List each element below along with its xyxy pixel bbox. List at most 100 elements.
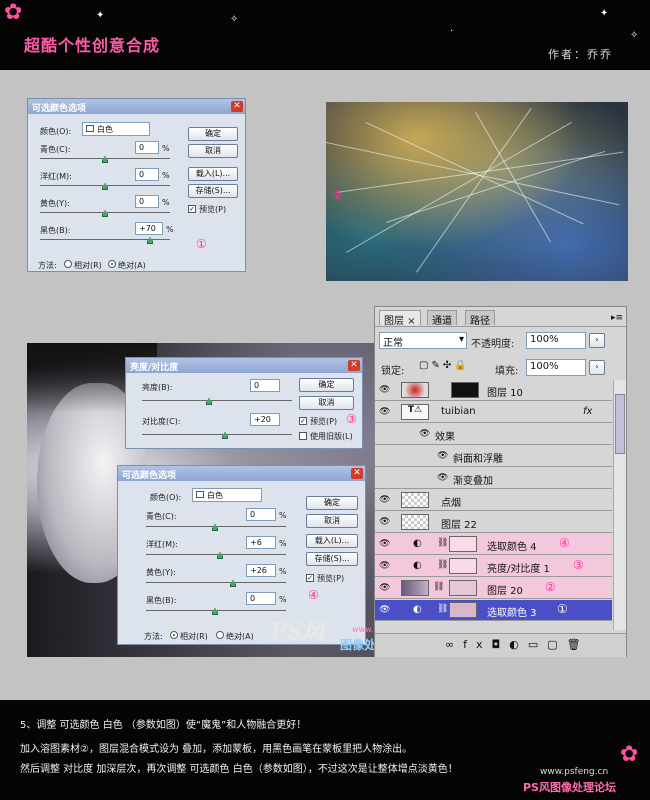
fx-icon[interactable]: fx [583, 406, 592, 417]
colors-select[interactable]: 白色 [192, 488, 262, 502]
effect-row[interactable]: 👁 渐变叠加 [375, 468, 612, 489]
cancel-button[interactable]: 取消 [299, 396, 354, 410]
layer-name: 渐变叠加 [453, 476, 493, 487]
brightness-slider-track[interactable] [142, 400, 292, 401]
white-swatch-icon [196, 491, 204, 498]
layer-row[interactable]: 👁 ◐ ⛓ 选取颜色 4 ④ [375, 534, 612, 555]
absolute-radio[interactable] [216, 631, 224, 639]
layer-thumbnail [401, 514, 429, 530]
magenta-field[interactable]: +6 [246, 536, 276, 549]
cyan-field[interactable]: 0 [135, 141, 159, 154]
contrast-slider-track[interactable] [142, 434, 292, 435]
eye-icon[interactable]: 👁 [379, 561, 390, 571]
unit-label: % [279, 511, 287, 520]
close-icon[interactable]: ✕ [351, 468, 363, 479]
load-button[interactable]: 载入(L)... [306, 534, 358, 548]
sparkle-icon: ✦ [96, 10, 105, 21]
relative-radio[interactable] [170, 631, 178, 639]
ok-button[interactable]: 确定 [306, 496, 358, 510]
cancel-button[interactable]: 取消 [188, 144, 238, 158]
tab-channels[interactable]: 通道 [427, 310, 457, 327]
black-field[interactable]: 0 [246, 592, 276, 605]
effects-row[interactable]: 👁 效果 [375, 424, 612, 445]
layer-row-selected[interactable]: 👁 ◐ ⛓ 选取颜色 3 ① [375, 600, 612, 621]
fill-field[interactable]: 100% [526, 359, 586, 376]
eye-icon[interactable]: 👁 [379, 605, 390, 615]
relative-label: 相对(R) [74, 261, 102, 270]
unit-label: % [279, 595, 287, 604]
load-button[interactable]: 载入(L)... [188, 167, 238, 181]
layer-name: 点烟 [441, 498, 461, 509]
preview-label: 预览(P) [310, 417, 338, 426]
magenta-slider-track[interactable] [146, 554, 286, 555]
close-icon[interactable]: ✕ [348, 360, 360, 371]
instruction-line-3: 然后调整 对比度 加深层次，再次调整 可选颜色 白色（参数如图），不过这次是让整… [20, 764, 458, 775]
contrast-field[interactable]: +20 [250, 413, 280, 426]
magenta-field[interactable]: 0 [135, 168, 159, 181]
tab-layers[interactable]: 图层 × [379, 310, 421, 327]
relative-label: 相对(R) [180, 632, 208, 641]
tab-paths[interactable]: 路径 [465, 310, 495, 327]
fill-arrow-icon[interactable]: › [589, 360, 605, 375]
effect-row[interactable]: 👁 斜面和浮雕 [375, 446, 612, 467]
scrollbar-thumb[interactable] [615, 394, 625, 454]
slider-label: 黄色(Y): [146, 568, 176, 577]
step-marker: ③ [573, 558, 584, 572]
colors-select[interactable]: 白色 [82, 122, 150, 136]
ok-button[interactable]: 确定 [299, 378, 354, 392]
eye-icon[interactable]: 👁 [379, 539, 390, 549]
layer-row[interactable]: 👁 图层 10 [375, 380, 612, 401]
cancel-button[interactable]: 取消 [306, 514, 358, 528]
layer-row[interactable]: 👁 T⚠ tuibian fx [375, 402, 612, 423]
legacy-checkbox[interactable] [299, 432, 307, 440]
close-icon[interactable]: ✕ [231, 101, 243, 112]
eye-icon[interactable]: 👁 [437, 451, 448, 461]
eye-icon[interactable]: 👁 [437, 473, 448, 483]
link-icon: ⛓ [437, 604, 449, 614]
yellow-field[interactable]: +26 [246, 564, 276, 577]
layer-row[interactable]: 👁 图层 22 [375, 512, 612, 533]
eye-icon[interactable]: 👁 [379, 407, 390, 417]
ok-button[interactable]: 确定 [188, 127, 238, 141]
panel-footer-icons[interactable]: ∞fx◘◐▭▢🗑 [375, 633, 626, 657]
relative-radio[interactable] [64, 260, 72, 268]
link-icon: ⛓ [437, 560, 449, 570]
save-button[interactable]: 存储(S)... [188, 184, 238, 198]
link-icon: ⛓ [433, 582, 445, 592]
brightness-field[interactable]: 0 [250, 379, 280, 392]
colors-label: 颜色(O): [150, 493, 182, 502]
brightness-contrast-dialog: 亮度/对比度 ✕ 亮度(B): 0 对比度(C): +20 确定 取消 ✓ 预览(… [125, 357, 363, 449]
yellow-slider-track[interactable] [146, 582, 286, 583]
panel-menu-icon[interactable]: ▸≡ [611, 313, 623, 323]
layer-row[interactable]: 👁 点烟 [375, 490, 612, 511]
selective-color-dialog-2: 可选颜色选项 ✕ 颜色(O): 白色 青色(C): 0 % 洋红(M): +6 %… [117, 465, 366, 645]
black-field[interactable]: +70 [135, 222, 163, 235]
unit-label: % [162, 198, 170, 207]
dialog-titlebar: 可选颜色选项 ✕ [118, 466, 365, 481]
preview-checkbox[interactable]: ✓ [188, 205, 196, 213]
preview-checkbox[interactable]: ✓ [299, 417, 307, 425]
step-marker: ① [196, 237, 207, 251]
yellow-field[interactable]: 0 [135, 195, 159, 208]
layers-panel: 图层 × 通道 路径 ▸≡ 正常 ▾ 不透明度: 100% › 锁定: ▢✎✣🔒 … [374, 306, 627, 657]
blend-mode-select[interactable]: 正常 ▾ [379, 332, 467, 349]
mask-thumbnail [449, 558, 477, 574]
layer-row[interactable]: 👁 ◐ ⛓ 亮度/对比度 1 ③ [375, 556, 612, 577]
lock-icons[interactable]: ▢✎✣🔒 [419, 360, 470, 371]
scrollbar[interactable] [613, 380, 626, 630]
eye-icon[interactable]: 👁 [379, 495, 390, 505]
eye-icon[interactable]: 👁 [419, 429, 430, 439]
absolute-radio[interactable] [108, 260, 116, 268]
eye-icon[interactable]: 👁 [379, 385, 390, 395]
cyan-field[interactable]: 0 [246, 508, 276, 521]
adjustment-icon: ◐ [413, 560, 422, 571]
opacity-arrow-icon[interactable]: › [589, 333, 605, 348]
preview-checkbox[interactable]: ✓ [306, 574, 314, 582]
eye-icon[interactable]: 👁 [379, 583, 390, 593]
layer-row[interactable]: 👁 ⛓ 图层 20 ② [375, 578, 612, 599]
blend-mode-value: 正常 [383, 338, 403, 349]
save-button[interactable]: 存储(S)... [306, 552, 358, 566]
opacity-field[interactable]: 100% [526, 332, 586, 349]
eye-icon[interactable]: 👁 [379, 517, 390, 527]
selective-color-dialog-1: 可选颜色选项 ✕ 颜色(O): 白色 青色(C): 0 % 洋红(M): 0 % … [27, 98, 246, 272]
